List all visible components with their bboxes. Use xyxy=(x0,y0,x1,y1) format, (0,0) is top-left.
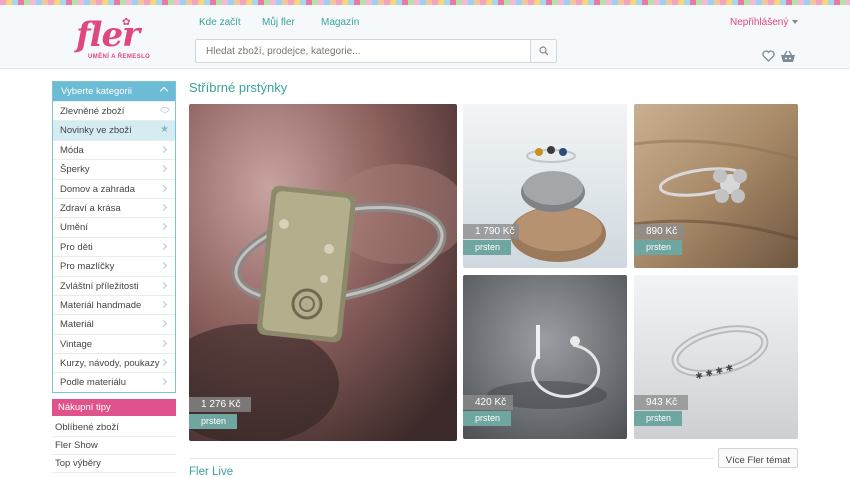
sidebar-item-material-handmade[interactable]: Materiál handmade xyxy=(53,294,175,314)
sidebar-item-label: Materiál handmade xyxy=(60,299,142,311)
logo-tagline: UMĚNÍ A ŘEMESLO xyxy=(88,54,151,60)
product-badge: prsten xyxy=(463,411,511,426)
product-price: 1 276 Kč xyxy=(189,397,251,412)
logo-flower-icon: ✿ xyxy=(122,17,131,28)
basket-icon[interactable] xyxy=(780,50,796,63)
category-panel: Vyberte kategorii Zlevněné zboží ⬭ Novink… xyxy=(52,81,176,393)
sidebar-item-label: Zdraví a krása xyxy=(60,202,121,214)
fler-logo[interactable]: fler ✿ UMĚNÍ A ŘEMESLO xyxy=(74,15,154,63)
sidebar-item-label: Zlevněné zboží xyxy=(60,106,125,117)
section-divider xyxy=(189,458,714,459)
sidebar-item-zdravi[interactable]: Zdraví a krása xyxy=(53,197,175,217)
chevron-right-icon xyxy=(159,242,168,250)
chevron-right-icon xyxy=(159,378,168,386)
category-header-label: Vyberte kategorii xyxy=(61,86,132,97)
sidebar-item-podle-materialu[interactable]: Podle materiálu xyxy=(53,372,175,391)
chevron-right-icon xyxy=(159,339,168,347)
category-header[interactable]: Vyberte kategorii xyxy=(53,82,175,101)
chevron-up-icon xyxy=(159,86,169,96)
sidebar-item-kurzy[interactable]: Kurzy, návody, poukazy xyxy=(53,353,175,372)
sidebar-item-label: Kurzy, návody, poukazy xyxy=(60,358,160,370)
sidebar-item-domov[interactable]: Domov a zahrada xyxy=(53,178,175,198)
sidebar-item-label: Šperky xyxy=(60,164,90,176)
user-label: Nepřihlášený xyxy=(730,17,789,28)
product-badge: prsten xyxy=(634,240,682,255)
tip-fler-show[interactable]: Fler Show xyxy=(52,437,176,455)
sidebar-item-material[interactable]: Materiál xyxy=(53,314,175,333)
sidebar-item-pro-deti[interactable]: Pro děti xyxy=(53,236,175,256)
product-tile[interactable]: 1 790 Kč prsten xyxy=(463,104,627,268)
tip-top-vybery[interactable]: Top výběry xyxy=(52,455,176,473)
chevron-right-icon xyxy=(159,145,168,153)
product-price: 943 Kč xyxy=(634,395,688,410)
product-tile[interactable]: 420 Kč prsten xyxy=(463,275,627,439)
product-tile[interactable]: ✱ ✱ ✱ ✱ 943 Kč prsten xyxy=(634,275,798,439)
product-price: 1 790 Kč xyxy=(463,224,519,239)
chevron-right-icon xyxy=(159,203,168,211)
fler-live-title: Fler Live xyxy=(189,466,234,478)
product-badge: prsten xyxy=(189,414,237,429)
sidebar-item-label: Móda xyxy=(60,144,84,156)
chevron-down-icon xyxy=(792,20,799,25)
sidebar-item-pro-mazlicky[interactable]: Pro mazlíčky xyxy=(53,256,175,275)
sidebar-item-zlevnene[interactable]: Zlevněné zboží ⬭ xyxy=(53,101,175,120)
product-badge: prsten xyxy=(634,411,682,426)
more-themes-button[interactable]: Více Fler témat xyxy=(718,448,798,468)
product-tile[interactable]: 890 Kč prsten xyxy=(634,104,798,268)
chevron-right-icon xyxy=(159,300,168,308)
chevron-right-icon xyxy=(159,281,168,289)
product-image xyxy=(189,104,457,441)
sidebar-item-umeni[interactable]: Umění xyxy=(53,217,175,236)
sidebar-item-label: Umění xyxy=(60,222,88,234)
sidebar-item-label: Zvláštní příležitosti xyxy=(60,280,139,292)
nav-magazin[interactable]: Magazín xyxy=(321,17,359,28)
sidebar-item-vintage[interactable]: Vintage xyxy=(53,333,175,353)
product-badge: prsten xyxy=(463,240,511,255)
sidebar-item-label: Materiál xyxy=(60,319,94,331)
tip-oblibene[interactable]: Oblíbené zboží xyxy=(52,419,176,437)
sidebar-item-prilezitosti[interactable]: Zvláštní příležitosti xyxy=(53,275,175,295)
sidebar-item-moda[interactable]: Móda xyxy=(53,139,175,159)
heart-icon[interactable] xyxy=(762,50,775,62)
chevron-right-icon xyxy=(159,359,168,367)
tag-icon: ⬭ xyxy=(160,105,169,116)
chevron-right-icon xyxy=(159,320,168,328)
sidebar-item-label: Podle materiálu xyxy=(60,377,127,389)
sidebar-item-novinky[interactable]: Novinky ve zboží ★ xyxy=(53,120,175,140)
user-menu[interactable]: Nepřihlášený xyxy=(730,17,799,28)
search-input[interactable] xyxy=(196,40,530,62)
nav-kde-zacit[interactable]: Kde začít xyxy=(199,17,241,28)
sidebar-item-label: Domov a zahrada xyxy=(60,183,135,195)
sidebar-item-label: Pro mazlíčky xyxy=(60,261,115,273)
product-price: 890 Kč xyxy=(634,224,684,239)
chevron-right-icon xyxy=(159,165,168,173)
site-header: fler ✿ UMĚNÍ A ŘEMESLO Kde začít Můj fle… xyxy=(0,5,850,69)
shopping-tips-header: Nákupní tipy xyxy=(52,399,176,416)
search-button[interactable] xyxy=(530,40,556,62)
section-title: Stříbrné prstýnky xyxy=(189,80,288,95)
chevron-right-icon xyxy=(159,262,168,270)
sidebar-item-sperky[interactable]: Šperky xyxy=(53,159,175,178)
chevron-right-icon xyxy=(159,223,168,231)
star-icon: ★ xyxy=(160,124,169,136)
sidebar-item-label: Novinky ve zboží xyxy=(60,125,132,137)
product-tile[interactable]: 1 276 Kč prsten xyxy=(189,104,457,441)
nav-muj-fler[interactable]: Můj fler xyxy=(262,17,295,28)
search-icon xyxy=(539,46,549,56)
search-bar xyxy=(195,39,557,63)
chevron-right-icon xyxy=(159,184,168,192)
product-price: 420 Kč xyxy=(463,395,513,410)
sidebar-item-label: Pro děti xyxy=(60,241,93,253)
sidebar-item-label: Vintage xyxy=(60,338,93,350)
